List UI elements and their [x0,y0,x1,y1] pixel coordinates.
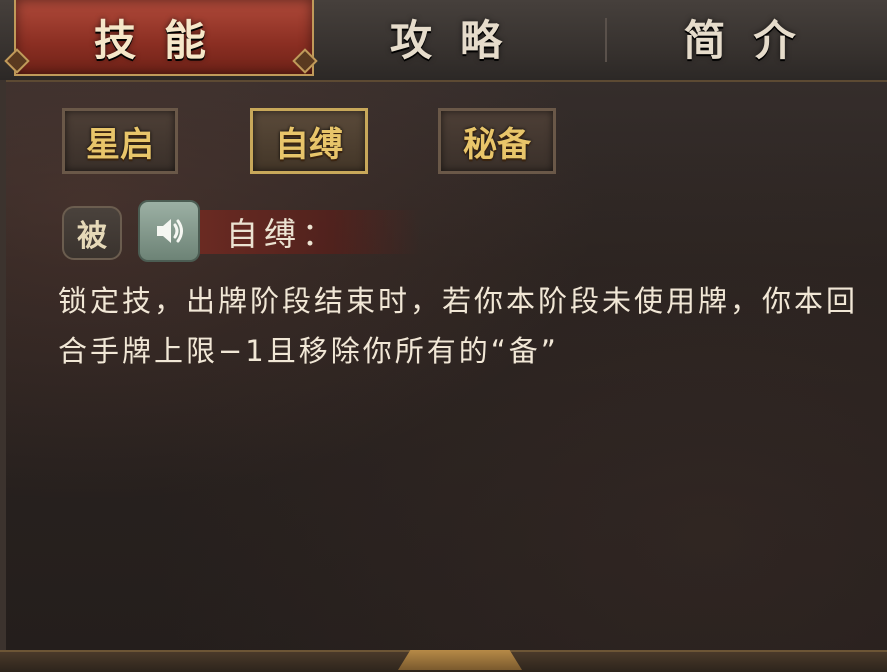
skill-button-zifu[interactable]: 自缚 [250,108,368,174]
tab-strategy[interactable]: 攻略 [330,0,590,74]
tab-skills[interactable]: 技能 [14,0,314,76]
bottom-ornament [398,650,522,670]
passive-tag: 被 [62,206,122,260]
speaker-icon[interactable] [138,200,200,262]
skill-panel: 技能 攻略 简介 星启 自缚 秘备 被 自缚： 锁定技，出牌阶段结束时，若你本阶… [0,0,887,672]
skill-button-mibei[interactable]: 秘备 [438,108,556,174]
tab-bar: 技能 攻略 简介 [0,0,887,82]
tab-intro[interactable]: 简介 [620,0,887,74]
skill-name: 自缚： [226,215,341,253]
panel-edge [0,80,6,650]
skill-button-xingqi[interactable]: 星启 [62,108,178,174]
tab-divider [605,18,607,62]
skill-description: 锁定技，出牌阶段结束时，若你本阶段未使用牌，你本回合手牌上限−1且移除你所有的“… [58,284,859,368]
